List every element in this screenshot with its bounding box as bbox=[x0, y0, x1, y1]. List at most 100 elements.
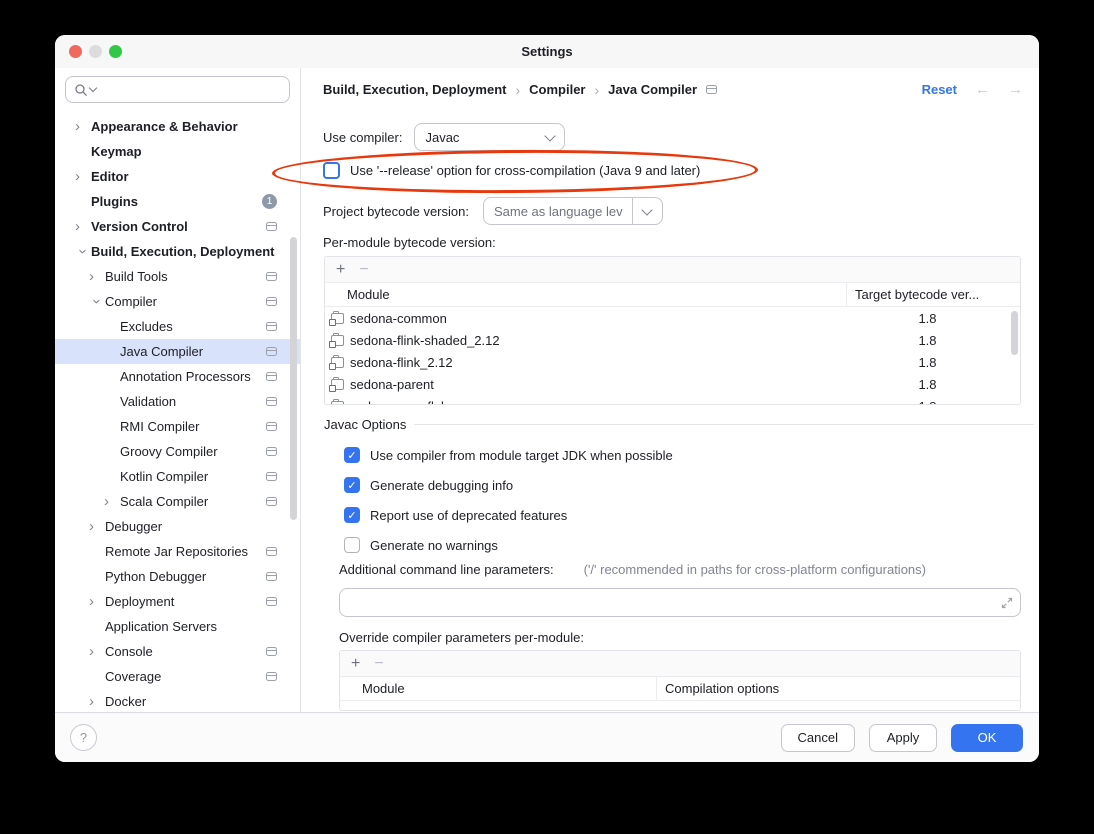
module-row[interactable]: sedona-flink-shaded_2.121.8 bbox=[325, 329, 1020, 351]
chevron-right-icon[interactable]: › bbox=[104, 494, 120, 509]
sidebar-item-groovy-compiler[interactable]: Groovy Compiler bbox=[55, 439, 300, 464]
expand-field-icon[interactable] bbox=[994, 597, 1020, 609]
search-input[interactable] bbox=[98, 81, 281, 98]
sidebar-item-label: Build Tools bbox=[105, 269, 168, 284]
column-header-module[interactable]: Module bbox=[325, 283, 847, 306]
sidebar-item-console[interactable]: ›Console bbox=[55, 639, 300, 664]
use-compiler-select[interactable]: Javac bbox=[414, 123, 565, 151]
module-row[interactable]: sedona-parent1.8 bbox=[325, 373, 1020, 395]
remove-icon[interactable]: − bbox=[359, 262, 368, 278]
search-history-caret-icon bbox=[89, 84, 97, 92]
chevron-right-icon[interactable]: › bbox=[89, 694, 105, 709]
sidebar-item-build-tools[interactable]: ›Build Tools bbox=[55, 264, 300, 289]
chevron-right-icon[interactable]: › bbox=[89, 594, 105, 609]
per-module-toolbar: + − bbox=[325, 257, 1020, 283]
checkbox-checked-icon[interactable]: ✓ bbox=[344, 507, 360, 523]
project-level-icon bbox=[266, 372, 277, 381]
sidebar-item-label: Java Compiler bbox=[120, 344, 203, 359]
sidebar-item-deployment[interactable]: ›Deployment bbox=[55, 589, 300, 614]
target-bytecode-cell: 1.8 bbox=[847, 377, 1008, 392]
module-icon bbox=[331, 357, 344, 368]
project-bytecode-select[interactable]: Same as language lev bbox=[483, 197, 663, 225]
module-row[interactable]: sedona-flink_2.121.8 bbox=[325, 351, 1020, 373]
javac-option-row[interactable]: Generate no warnings bbox=[344, 530, 673, 560]
breadcrumb-segment[interactable]: Java Compiler bbox=[608, 82, 697, 97]
sidebar-item-editor[interactable]: ›Editor bbox=[55, 164, 300, 189]
module-row[interactable]: sedona-common1.8 bbox=[325, 307, 1020, 329]
sidebar-item-docker[interactable]: ›Docker bbox=[55, 689, 300, 712]
javac-option-label: Report use of deprecated features bbox=[370, 508, 567, 523]
sidebar-item-keymap[interactable]: Keymap bbox=[55, 139, 300, 164]
checkbox-checked-icon[interactable]: ✓ bbox=[344, 477, 360, 493]
sidebar-item-label: Keymap bbox=[91, 144, 142, 159]
chevron-right-icon[interactable]: › bbox=[75, 169, 91, 184]
settings-search-box[interactable] bbox=[65, 76, 290, 103]
reset-link[interactable]: Reset bbox=[922, 82, 957, 97]
module-icon bbox=[331, 401, 344, 406]
breadcrumb-segment[interactable]: Compiler bbox=[529, 82, 585, 97]
checkbox-unchecked-icon[interactable] bbox=[344, 537, 360, 553]
sidebar-item-compiler[interactable]: ›Compiler bbox=[55, 289, 300, 314]
table-scrollbar-thumb[interactable] bbox=[1011, 311, 1018, 355]
additional-params-label: Additional command line parameters: bbox=[339, 562, 554, 577]
module-cell: sedona-snowflake bbox=[325, 399, 847, 406]
project-level-icon bbox=[266, 222, 277, 231]
column-header-module[interactable]: Module bbox=[340, 677, 657, 700]
sidebar-item-kotlin-compiler[interactable]: Kotlin Compiler bbox=[55, 464, 300, 489]
sidebar-item-scala-compiler[interactable]: ›Scala Compiler bbox=[55, 489, 300, 514]
module-row[interactable]: sedona-snowflake1.8 bbox=[325, 395, 1020, 405]
chevron-down-icon[interactable]: › bbox=[90, 294, 105, 310]
sidebar-item-appearance-behavior[interactable]: ›Appearance & Behavior bbox=[55, 114, 300, 139]
sidebar-scrollbar-thumb[interactable] bbox=[290, 237, 297, 520]
plugins-count-badge: 1 bbox=[262, 194, 277, 209]
add-icon[interactable]: + bbox=[336, 262, 345, 278]
javac-option-row[interactable]: ✓ Report use of deprecated features bbox=[344, 500, 673, 530]
chevron-down-icon[interactable]: › bbox=[76, 244, 91, 260]
sidebar-item-validation[interactable]: Validation bbox=[55, 389, 300, 414]
close-window-button[interactable] bbox=[69, 45, 82, 58]
combo-arrow-segment[interactable] bbox=[632, 198, 662, 224]
breadcrumb-segment[interactable]: Build, Execution, Deployment bbox=[323, 82, 506, 97]
chevron-right-icon[interactable]: › bbox=[75, 119, 91, 134]
chevron-right-icon[interactable]: › bbox=[89, 269, 105, 284]
javac-option-row[interactable]: ✓Generate debugging info bbox=[344, 470, 673, 500]
sidebar-item-build-execution-deployment[interactable]: ›Build, Execution, Deployment bbox=[55, 239, 300, 264]
remove-icon[interactable]: − bbox=[374, 656, 383, 672]
sidebar-item-label: Build, Execution, Deployment bbox=[91, 244, 274, 259]
forward-arrow-icon[interactable]: → bbox=[1008, 81, 1023, 98]
back-arrow-icon[interactable]: ← bbox=[975, 81, 990, 98]
ok-button[interactable]: OK bbox=[951, 724, 1023, 752]
javac-option-row[interactable]: ✓Use compiler from module target JDK whe… bbox=[344, 440, 673, 470]
minimize-window-button[interactable] bbox=[89, 45, 102, 58]
chevron-right-icon[interactable]: › bbox=[89, 644, 105, 659]
sidebar-item-excludes[interactable]: Excludes bbox=[55, 314, 300, 339]
apply-button[interactable]: Apply bbox=[869, 724, 937, 752]
help-icon[interactable]: ? bbox=[70, 724, 97, 751]
sidebar-item-debugger[interactable]: ›Debugger bbox=[55, 514, 300, 539]
sidebar-item-java-compiler[interactable]: Java Compiler bbox=[55, 339, 300, 364]
cancel-button[interactable]: Cancel bbox=[781, 724, 855, 752]
sidebar-item-remote-jar-repositories[interactable]: Remote Jar Repositories bbox=[55, 539, 300, 564]
sidebar-item-label: Editor bbox=[91, 169, 129, 184]
sidebar-item-version-control[interactable]: ›Version Control bbox=[55, 214, 300, 239]
additional-params-input[interactable] bbox=[340, 595, 994, 610]
column-header-target[interactable]: Target bytecode ver... bbox=[847, 287, 979, 302]
sidebar-item-annotation-processors[interactable]: Annotation Processors bbox=[55, 364, 300, 389]
additional-params-hint: ('/' recommended in paths for cross-plat… bbox=[584, 562, 926, 577]
override-table: + − Module Compilation options bbox=[339, 650, 1021, 711]
traffic-lights bbox=[69, 45, 122, 58]
sidebar-item-coverage[interactable]: Coverage bbox=[55, 664, 300, 689]
sidebar-item-plugins[interactable]: Plugins1 bbox=[55, 189, 300, 214]
sidebar-item-rmi-compiler[interactable]: RMI Compiler bbox=[55, 414, 300, 439]
section-divider bbox=[414, 424, 1034, 425]
chevron-right-icon[interactable]: › bbox=[89, 519, 105, 534]
column-header-compilation-options[interactable]: Compilation options bbox=[657, 681, 779, 696]
chevron-right-icon[interactable]: › bbox=[75, 219, 91, 234]
checkbox-checked-icon[interactable]: ✓ bbox=[344, 447, 360, 463]
sidebar-item-python-debugger[interactable]: Python Debugger bbox=[55, 564, 300, 589]
add-icon[interactable]: + bbox=[351, 656, 360, 672]
zoom-window-button[interactable] bbox=[109, 45, 122, 58]
target-bytecode-cell: 1.8 bbox=[847, 333, 1008, 348]
sidebar-item-application-servers[interactable]: Application Servers bbox=[55, 614, 300, 639]
release-option-checkbox[interactable] bbox=[323, 162, 340, 179]
